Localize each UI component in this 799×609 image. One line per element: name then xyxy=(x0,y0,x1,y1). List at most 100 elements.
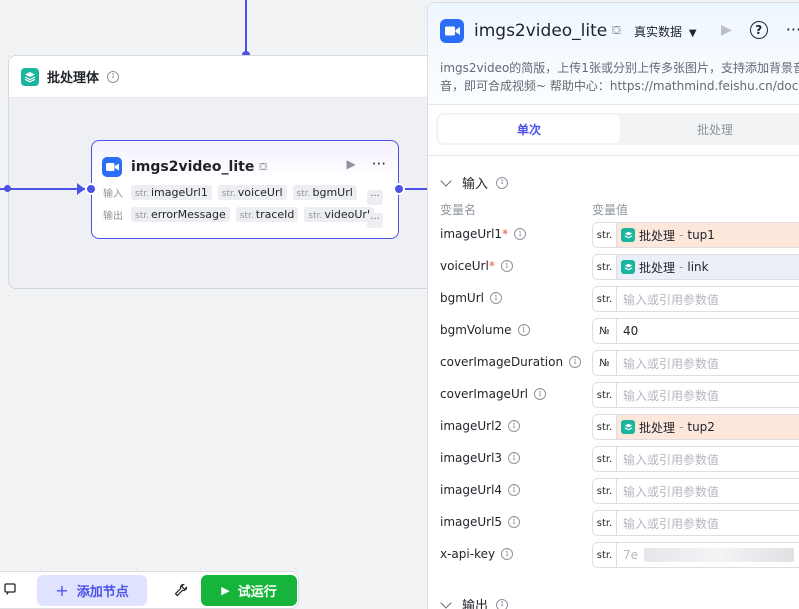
param-input[interactable]: str. 输入或引用参数值 xyxy=(592,382,799,408)
required-marker: * xyxy=(502,227,509,241)
param-name: imageUrl2 xyxy=(440,419,503,433)
tab-single[interactable]: 单次 xyxy=(438,115,620,143)
connection-line-left xyxy=(0,188,85,190)
param-name: x-api-key xyxy=(440,547,496,561)
info-icon[interactable]: i xyxy=(496,598,509,609)
batch-layers-icon xyxy=(21,67,39,86)
add-node-button[interactable]: + 添加节点 xyxy=(37,575,147,606)
type-badge[interactable]: str. xyxy=(593,543,617,567)
info-icon[interactable]: i xyxy=(508,452,521,464)
data-source-select[interactable]: 真实数据 ▼ xyxy=(634,23,697,40)
reference-field: tup1 xyxy=(687,228,715,242)
tab-batch[interactable]: 批处理 xyxy=(624,115,799,143)
type-badge[interactable]: str. xyxy=(593,223,617,247)
param-placeholder: 输入或引用参数值 xyxy=(623,516,720,531)
param-input[interactable]: str. 输入或引用参数值 xyxy=(592,286,799,312)
info-icon[interactable]: i xyxy=(489,292,502,304)
type-badge[interactable]: str. xyxy=(593,255,617,279)
more-icon[interactable]: ··· xyxy=(372,155,386,173)
wrench-icon[interactable] xyxy=(169,578,193,602)
info-icon[interactable]: i xyxy=(517,324,530,336)
connection-port-left[interactable] xyxy=(4,185,11,192)
video-camera-icon xyxy=(102,157,122,177)
param-placeholder: 输入或引用参数值 xyxy=(623,452,720,467)
node-input-label: 输入 xyxy=(103,188,123,200)
node-input-port[interactable] xyxy=(85,183,97,195)
help-icon[interactable]: ? xyxy=(749,20,768,39)
node-output-row: 输出 str. errorMessage str. traceId str. vide… xyxy=(92,203,398,228)
comment-icon[interactable] xyxy=(4,583,16,598)
param-input[interactable]: str. 7e 12 xyxy=(592,542,799,568)
reference-chip[interactable]: 批处理 - tup1 xyxy=(617,223,799,247)
type-badge[interactable]: № xyxy=(593,351,617,375)
param-input[interactable]: str. 输入或引用参数值 xyxy=(592,510,799,536)
more-outputs-button[interactable]: ··· xyxy=(367,213,383,228)
video-camera-icon xyxy=(440,19,464,43)
reference-separator: - xyxy=(679,420,684,434)
param-input[interactable]: № 40 xyxy=(592,318,799,344)
param-row-coverImageUrl: coverImageUrl i str. 输入或引用参数值 xyxy=(440,382,799,408)
plugin-node-imgs2video[interactable]: imgs2video_lite ⛋ ▶ ··· 输入 str. imageUrl1… xyxy=(91,140,399,239)
param-row-imageUrl1: imageUrl1 * i str. 批处理 - tup1 xyxy=(440,222,799,248)
type-badge[interactable]: str. xyxy=(593,447,617,471)
param-input[interactable]: № 输入或引用参数值 xyxy=(592,350,799,376)
chevron-down-icon xyxy=(440,596,452,609)
output-section-header[interactable]: 输出 i xyxy=(440,595,509,609)
info-icon[interactable]: i xyxy=(496,176,509,189)
info-icon[interactable]: i xyxy=(107,70,120,83)
info-icon[interactable]: i xyxy=(534,388,546,400)
param-input[interactable]: str. 批处理 - tup2 xyxy=(592,414,799,440)
info-icon[interactable]: i xyxy=(569,356,582,368)
param-value: 40 xyxy=(623,324,639,338)
info-icon[interactable]: i xyxy=(500,260,513,272)
more-icon[interactable]: ··· xyxy=(786,20,799,39)
info-icon[interactable]: i xyxy=(508,420,521,432)
node-output-chip: str. videoUrl xyxy=(304,206,375,222)
type-badge[interactable]: str. xyxy=(593,287,617,311)
param-row-imageUrl5: imageUrl5 i str. 输入或引用参数值 xyxy=(440,510,799,536)
param-input[interactable]: str. 输入或引用参数值 xyxy=(592,446,799,472)
reference-chip[interactable]: 批处理 - tup2 xyxy=(617,415,799,439)
panel-title[interactable]: imgs2video_lite xyxy=(474,21,607,41)
type-badge[interactable]: str. xyxy=(593,383,617,407)
type-badge[interactable]: str. xyxy=(593,415,617,439)
type-badge[interactable]: str. xyxy=(593,511,617,535)
node-input-chip: str. imageUrl1 xyxy=(131,184,212,200)
output-section-title: 输出 xyxy=(462,599,489,609)
param-input[interactable]: str. 批处理 - tup1 xyxy=(592,222,799,248)
play-icon[interactable]: ▶ xyxy=(346,157,355,171)
param-name: imageUrl5 xyxy=(440,515,503,529)
batch-block-header[interactable]: 批处理体 i xyxy=(9,56,447,98)
info-icon[interactable]: i xyxy=(514,228,527,240)
plugin-store-icon: ⛋ xyxy=(612,24,621,37)
node-output-port[interactable] xyxy=(393,183,405,195)
play-icon[interactable]: ▶ xyxy=(721,22,732,38)
info-icon[interactable]: i xyxy=(508,516,521,528)
info-icon[interactable]: i xyxy=(501,548,514,560)
reference-chip[interactable]: 批处理 - link xyxy=(617,255,799,279)
reference-separator: - xyxy=(679,260,684,274)
more-inputs-button[interactable]: ··· xyxy=(367,190,383,205)
param-input[interactable]: str. 输入或引用参数值 xyxy=(592,478,799,504)
batch-layers-icon xyxy=(621,228,635,242)
input-section-header[interactable]: 输入 i xyxy=(440,173,509,192)
column-header-name: 变量名 xyxy=(440,203,477,217)
param-input[interactable]: str. 批处理 - link xyxy=(592,254,799,280)
info-icon[interactable]: i xyxy=(508,484,521,496)
node-input-row: 输入 str. imageUrl1 str. voiceUrl str. bgmUrl… xyxy=(92,181,398,205)
node-config-panel: imgs2video_lite ⛋ 真实数据 ▼ ▶ ? ··· imgs2vi… xyxy=(427,2,799,609)
type-badge[interactable]: str. xyxy=(593,479,617,503)
param-name: imageUrl4 xyxy=(440,483,503,497)
input-section-title: 输入 xyxy=(462,177,489,192)
play-icon: ▶ xyxy=(221,584,230,597)
param-row-imageUrl3: imageUrl3 i str. 输入或引用参数值 xyxy=(440,446,799,472)
add-node-label: 添加节点 xyxy=(76,585,129,600)
panel-description: imgs2video的简版，上传1张或分别上传多张图片，支持添加背景音 音，即可… xyxy=(440,59,799,95)
chevron-down-icon xyxy=(440,174,452,187)
test-run-button[interactable]: ▶ 试运行 xyxy=(201,575,297,606)
data-source-value: 真实数据 xyxy=(634,25,683,39)
param-name: voiceUrl xyxy=(440,259,489,273)
type-badge[interactable]: № xyxy=(593,319,617,343)
node-output-chip: str. errorMessage xyxy=(131,206,230,222)
node-input-chip: str. bgmUrl xyxy=(292,184,357,200)
